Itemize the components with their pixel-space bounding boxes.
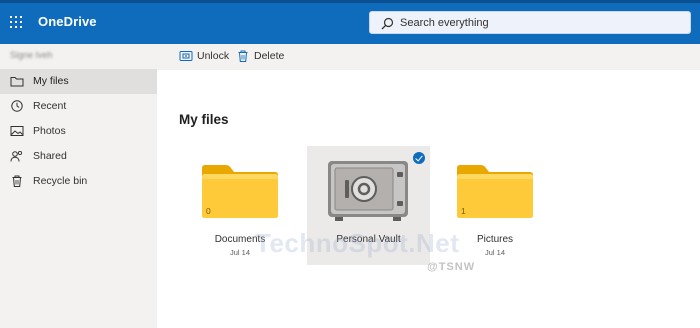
folder-name: Pictures [476, 234, 514, 245]
unlock-label: Unlock [197, 50, 230, 62]
folder-item-count: 0 [206, 206, 211, 216]
sidebar-item-label: Photos [33, 125, 66, 137]
folder-icon [10, 77, 24, 87]
sidebar-item-recent[interactable]: Recent [0, 94, 157, 119]
account-name: Signe Iveh [10, 50, 53, 60]
folder-item-count: 1 [461, 206, 466, 216]
unlock-icon [179, 51, 193, 61]
sidebar: Signe Iveh My files Recent Photos Shared [0, 44, 157, 328]
page-title: My files [179, 112, 229, 127]
shared-icon [10, 150, 23, 162]
app-title[interactable]: OneDrive [38, 14, 97, 29]
delete-label: Delete [254, 50, 285, 62]
sidebar-item-my-files[interactable]: My files [0, 69, 157, 94]
sidebar-item-recycle-bin[interactable]: Recycle bin [0, 169, 157, 194]
sidebar-item-label: Shared [33, 150, 67, 162]
app-launcher-icon[interactable] [10, 16, 22, 28]
recent-icon [11, 100, 23, 112]
watermark-handle: @TSNW [427, 261, 476, 273]
vault-icon [328, 161, 408, 221]
top-bar: OneDrive Search everything [0, 0, 700, 44]
top-edge [0, 0, 700, 3]
delete-icon [238, 50, 248, 62]
sidebar-item-shared[interactable]: Shared [0, 144, 157, 169]
unlock-button[interactable]: Unlock [179, 49, 229, 65]
search-placeholder: Search everything [400, 17, 489, 29]
watermark-text: TechnoSpot.Net [255, 228, 460, 258]
sidebar-item-label: Recycle bin [33, 175, 88, 187]
sidebar-item-photos[interactable]: Photos [0, 119, 157, 144]
folder-icon [457, 165, 533, 218]
main-content: My files 0 Documents Jul 14 Personal Vau… [157, 70, 700, 328]
command-bar: Unlock Delete [157, 44, 700, 70]
photos-icon [10, 126, 24, 136]
delete-button[interactable]: Delete [236, 49, 286, 65]
recycle-bin-icon [12, 175, 22, 187]
folder-icon [202, 165, 278, 218]
search-input[interactable]: Search everything [369, 11, 691, 34]
search-icon [381, 17, 394, 30]
folder-tile-pictures[interactable]: 1 Pictures Jul 14 [450, 158, 540, 258]
sidebar-item-label: Recent [33, 100, 67, 112]
folder-date: Jul 14 [484, 248, 505, 257]
sidebar-item-label: My files [33, 75, 69, 87]
selected-check-icon[interactable] [413, 152, 425, 164]
